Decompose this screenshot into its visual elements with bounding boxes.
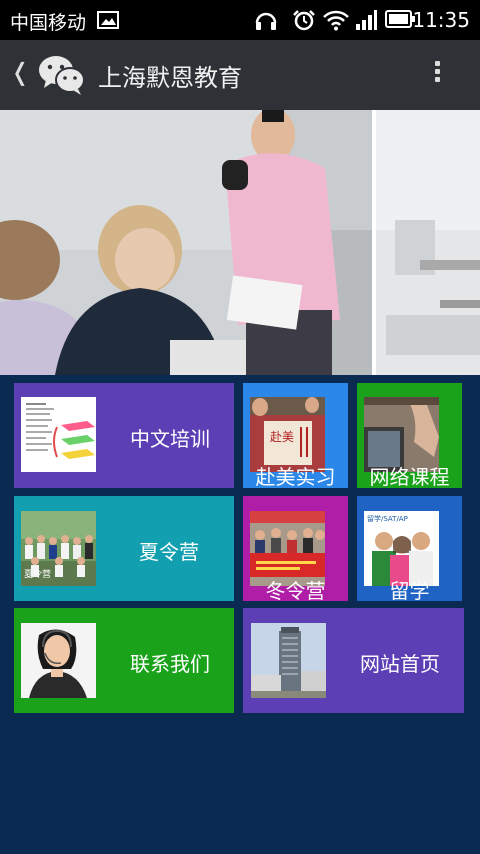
tile-summer-camp[interactable]: 夏令营 夏令营 [14,496,234,601]
tile-label: 夏令营 [139,540,199,564]
signal-icon [356,10,377,30]
contact-us-thumbnail [21,623,96,698]
tile-study-abroad[interactable]: 留学/SAT/AP 留学 [357,496,462,603]
back-chevron-icon[interactable]: ❬ [10,58,30,86]
clock: 11:35 [412,8,470,32]
tile-chinese-training[interactable]: 中文培训 [14,383,234,488]
tile-label: 网络课程 [369,465,450,489]
website-home-thumbnail [251,623,326,698]
tile-label: 冬令营 [265,579,326,603]
wechat-icon [39,56,85,95]
us-internship-thumb-text: 赴美 [270,430,294,444]
carrier-label: 中国移动 [10,12,87,34]
banner-slider[interactable] [0,110,480,375]
wifi-icon [323,10,349,31]
headphones-icon [255,12,277,30]
image-icon [97,11,119,29]
study-abroad-thumb-text: 留学/SAT/AP [367,514,408,523]
tile-label: 中文培训 [130,427,210,451]
top-bar: ❬ 上海默恩教育 [0,40,480,110]
alarm-icon [293,10,315,31]
tile-label: 赴美实习 [255,465,336,489]
chinese-training-thumbnail [21,397,96,472]
tile-winter-camp[interactable]: 冬令营 [243,496,348,603]
tile-website-home[interactable]: 网站首页 [243,608,464,713]
tile-us-internship[interactable]: 赴美 赴美实习 [243,383,348,489]
summer-camp-thumb-text: 夏令营 [24,568,51,580]
tile-label: 联系我们 [130,652,210,676]
tile-label: 留学 [389,579,430,603]
battery-icon [385,10,415,28]
page-title: 上海默恩教育 [98,64,242,92]
status-bar: 中国移动 11:35 [0,0,480,40]
tile-online-courses[interactable]: 网络课程 [357,383,462,489]
tile-contact-us[interactable]: 联系我们 [14,608,234,713]
banner-photo [0,110,480,375]
more-vert-icon[interactable] [430,58,444,92]
tile-label: 网站首页 [360,652,440,676]
summer-camp-thumbnail: 夏令营 [21,511,96,586]
